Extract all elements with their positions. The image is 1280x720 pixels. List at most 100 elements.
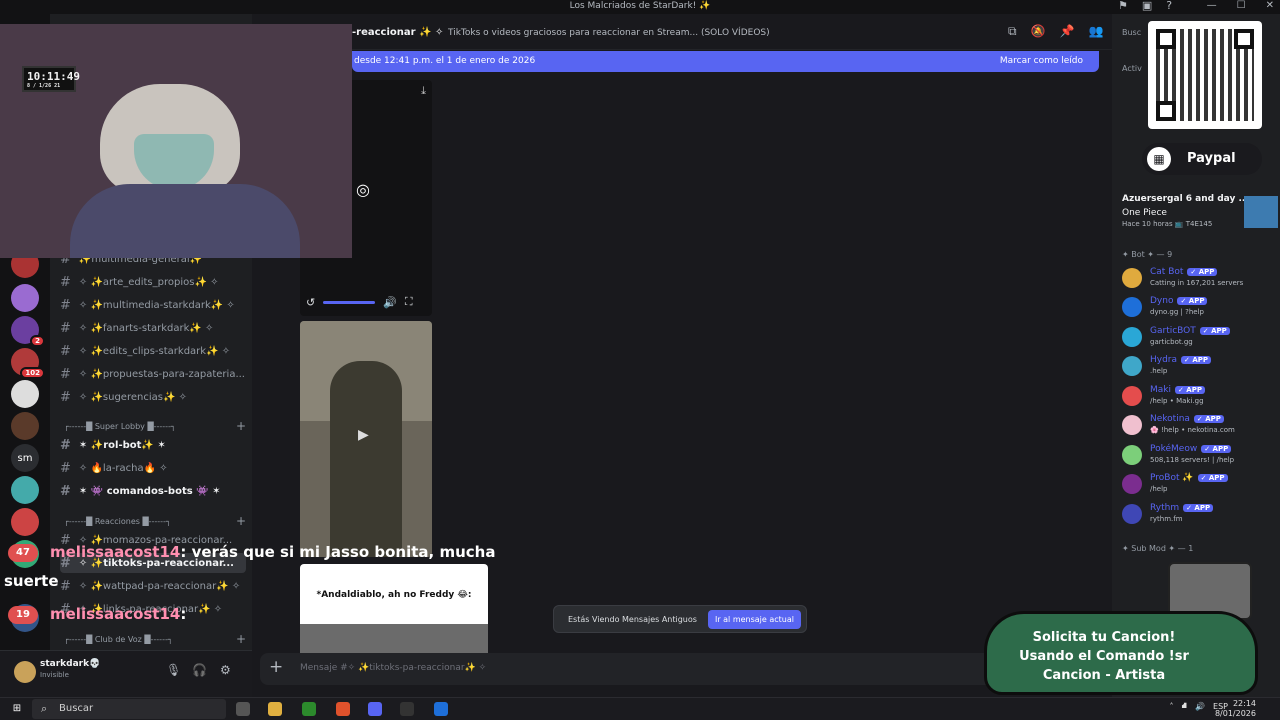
webcam-overlay: 10:11:49 8 / 1/26 21 <box>0 24 352 258</box>
title-bar: Los Malcriados de StarDark! ✨ ⚑ ▣ ? — ☐ … <box>0 0 1280 14</box>
server-icon[interactable] <box>11 476 39 504</box>
activity-name: Azuersergal 6 and day ... <box>1122 194 1249 204</box>
video-attachment[interactable]: ▶ <box>300 321 432 557</box>
activity-item[interactable]: Azuersergal 6 and day ... One Piece Hace… <box>1120 194 1280 228</box>
channel-item[interactable]: # ✧ ✨arte_edits_propios✨ ✧ <box>60 272 246 292</box>
chevron-up-icon[interactable]: ˄ <box>1169 702 1173 711</box>
member-row[interactable]: PokéMeow ✓ APP 508,118 servers! | /help <box>1120 443 1280 471</box>
chat-line: suerte <box>4 572 59 590</box>
download-icon[interactable]: ▣ <box>1142 0 1152 12</box>
new-messages-bar[interactable]: desde 12:41 p.m. el 1 de enero de 2026 M… <box>352 51 1099 72</box>
qr-corner <box>1156 29 1176 49</box>
server-icon[interactable] <box>11 284 39 312</box>
member-row[interactable]: ProBot ✨ ✓ APP/help <box>1120 472 1280 500</box>
app-badge: ✓ APP <box>1197 474 1228 482</box>
file-explorer-icon[interactable] <box>268 702 282 716</box>
member-row[interactable]: GarticBOT ✓ APP garticbot.gg <box>1120 325 1280 353</box>
avatar <box>1122 386 1142 406</box>
clock-widget: 10:11:49 8 / 1/26 21 <box>22 66 80 92</box>
taskbar-clock[interactable]: 22:14 8/01/2026 <box>1215 699 1256 719</box>
channel-header: -reaccionar ✨ ✧ TikToks o videos gracios… <box>252 14 1112 50</box>
header-icons: ⧉ 🔕 📌 👥 <box>1008 24 1103 39</box>
member-row[interactable]: Dyno ✓ APP dyno.gg | ?help <box>1120 295 1280 323</box>
message-composer[interactable]: + Mensaje #✧ ✨tiktoks-pa-reaccionar✨ ✧ <box>260 653 1108 685</box>
microphone-icon[interactable]: 🎙 <box>166 663 181 677</box>
inbox-icon[interactable]: ⚑ <box>1118 0 1128 12</box>
plus-icon[interactable]: + <box>236 419 246 433</box>
channel-item[interactable]: # ✧ ✨multimedia-starkdark✨ ✧ <box>60 295 246 315</box>
active-now-header: Activ <box>1122 64 1142 73</box>
maximize-icon[interactable]: ☐ <box>1237 0 1246 11</box>
hash-icon: # <box>60 460 71 476</box>
member-row[interactable]: Hydra ✓ APP .help <box>1120 354 1280 382</box>
category-super-lobby[interactable]: ┌------█ Super Lobby █------┐ + <box>64 419 246 433</box>
channel-item[interactable]: # ✶ ✨rol-bot✨ ✶ <box>60 435 246 455</box>
stream-chat-overlay: 47 melissaacost14: verás que si mi Jasso… <box>0 541 560 631</box>
members-icon[interactable]: 👥 <box>1088 24 1103 39</box>
server-icon[interactable] <box>11 508 39 536</box>
search-icon: ⌕ <box>41 702 48 715</box>
jump-to-present-button[interactable]: Ir al mensaje actual <box>707 610 801 629</box>
notification-badge: 2 <box>30 335 45 347</box>
server-icon[interactable] <box>11 412 39 440</box>
help-icon[interactable]: ? <box>1166 0 1172 12</box>
channel-topic[interactable]: TikToks o videos graciosos para reaccion… <box>448 28 770 38</box>
channel-item[interactable]: # ✧ ✨edits_clips-starkdark✨ ✧ <box>60 341 246 361</box>
plus-icon[interactable]: + <box>236 632 246 646</box>
hash-icon: # <box>60 320 71 336</box>
search-label[interactable]: Busc <box>1122 28 1141 37</box>
windows-start-icon[interactable]: ⊞ <box>10 702 24 716</box>
play-icon[interactable]: ▶ <box>358 427 369 443</box>
headphones-icon[interactable]: 🎧 <box>192 663 207 677</box>
task-view-icon[interactable] <box>236 702 250 716</box>
activity-sub: Hace 10 horas 📺 T4E145 <box>1122 220 1213 228</box>
brave-browser-icon[interactable] <box>336 702 350 716</box>
network-icon[interactable]: ⛘ <box>1181 701 1187 711</box>
threads-icon[interactable]: ⧉ <box>1008 24 1017 39</box>
avatar[interactable] <box>14 661 36 683</box>
member-row[interactable]: Nekotina ✓ APP 🌸 !help • nekotina.com <box>1120 413 1280 441</box>
discord-icon[interactable] <box>368 702 382 716</box>
chat-badge: 19 <box>8 606 38 624</box>
song-request-text: Solicita tu Cancion! Usando el Comando !… <box>1019 630 1189 683</box>
obs-icon[interactable] <box>400 702 414 716</box>
channel-title: -reaccionar ✨ ✧ <box>352 27 444 38</box>
server-icon[interactable] <box>11 380 39 408</box>
settings-gear-icon[interactable]: ⚙ <box>220 663 231 677</box>
avatar <box>1122 504 1142 524</box>
member-row[interactable]: Rythm ✓ APP rythm.fm <box>1120 502 1280 530</box>
app-badge: ✓ APP <box>1183 504 1214 512</box>
replay-icon[interactable]: ↺ <box>306 296 315 309</box>
channel-item[interactable]: # ✧ 🔥la-racha🔥 ✧ <box>60 458 246 478</box>
add-attachment-icon[interactable]: + <box>269 657 283 677</box>
channel-item[interactable]: # ✧ ✨fanarts-starkdark✨ ✧ <box>60 318 246 338</box>
taskbar-search[interactable]: ⌕ Buscar <box>32 699 226 719</box>
hash-icon: # <box>60 366 71 382</box>
member-row[interactable]: Maki ✓ APP/help • Maki.gg <box>1120 384 1280 412</box>
category-club-de-voz[interactable]: ┌------█ Club de Voz █------┐ + <box>64 632 246 646</box>
category-reacciones[interactable]: ┌------█ Reacciones █------┐ + <box>64 514 246 528</box>
plus-icon[interactable]: + <box>236 514 246 528</box>
mark-read-button[interactable]: Marcar como leído <box>1000 56 1083 66</box>
minimize-icon[interactable]: — <box>1207 0 1217 11</box>
mute-icon[interactable]: 🔕 <box>1031 24 1046 39</box>
app-badge: ✓ APP <box>1199 327 1230 335</box>
server-icon[interactable]: 2 <box>11 316 45 347</box>
channel-item[interactable]: # ✧ ✨sugerencias✨ ✧ <box>60 387 246 407</box>
pin-icon[interactable]: 📌 <box>1060 24 1075 39</box>
channel-item[interactable]: # ✶ 👾 comandos-bots 👾 ✶ <box>60 481 246 501</box>
app-icon[interactable] <box>434 702 448 716</box>
download-icon[interactable]: ⤓ <box>421 84 426 98</box>
server-icon-sm[interactable]: sm <box>11 444 39 472</box>
channel-item[interactable]: # ✧ ✨propuestas-para-zapateria... <box>60 364 246 384</box>
bot-header: ✦ Bot ✦ — 9 <box>1122 250 1173 259</box>
volume-icon[interactable]: 🔊 <box>383 296 397 309</box>
message-input[interactable]: Mensaje #✧ ✨tiktoks-pa-reaccionar✨ ✧ <box>300 663 486 673</box>
close-icon[interactable]: ✕ <box>1266 0 1274 11</box>
member-row[interactable]: Cat Bot ✓ APP Catting in 167,201 servers <box>1120 266 1280 294</box>
volume-icon[interactable]: 🔊 <box>1195 702 1205 711</box>
volume-slider[interactable] <box>323 300 376 304</box>
xbox-icon[interactable] <box>302 702 316 716</box>
fullscreen-icon[interactable]: ⛶ <box>405 295 413 309</box>
server-icon[interactable]: 102 <box>11 348 45 379</box>
